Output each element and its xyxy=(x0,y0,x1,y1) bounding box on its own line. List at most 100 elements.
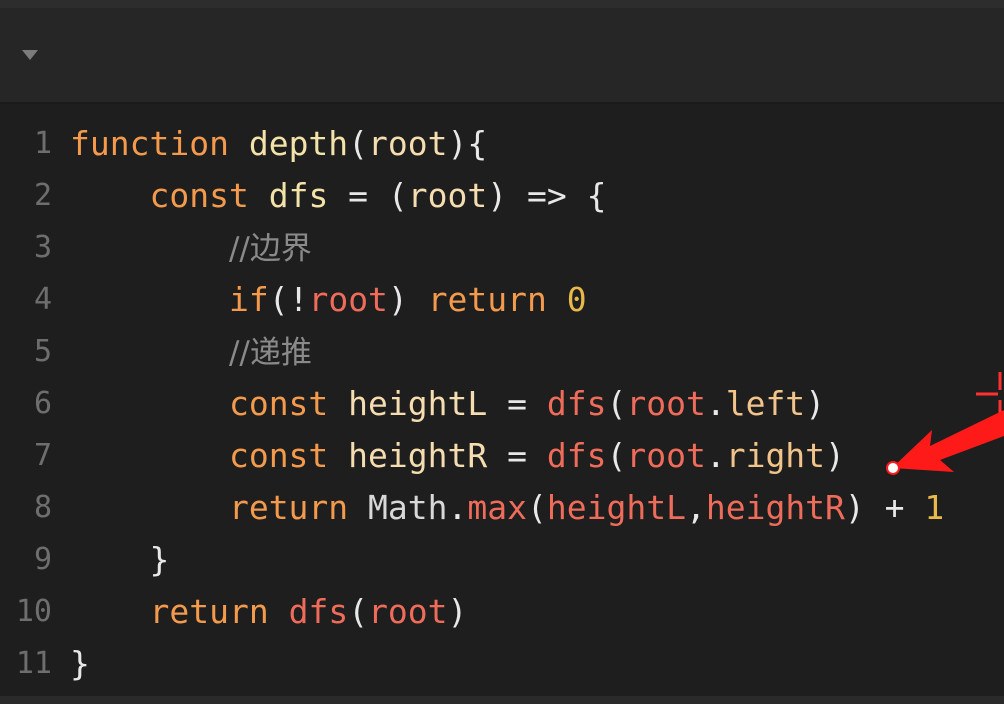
code-token: root xyxy=(308,280,388,319)
code-text[interactable]: } xyxy=(70,638,90,690)
code-text[interactable]: //递推 xyxy=(70,326,312,379)
code-token: return xyxy=(149,592,269,631)
code-token: root xyxy=(368,124,448,163)
code-text[interactable]: const heightR = dfs(root.right) xyxy=(70,430,845,482)
line-number: 9 xyxy=(33,542,52,577)
code-token: root xyxy=(626,384,706,423)
code-token: . xyxy=(447,488,468,527)
code-text[interactable]: if(!root) return 0 xyxy=(70,274,587,326)
code-token: const xyxy=(228,384,329,423)
code-token: return xyxy=(427,280,547,319)
code-token: ) xyxy=(447,592,468,631)
code-editor[interactable]: 1 function depth(root){2 const dfs = (roo… xyxy=(0,104,1004,696)
code-token: dfs xyxy=(546,384,607,423)
code-token: ) + xyxy=(844,488,925,527)
code-token: = xyxy=(487,436,547,475)
code-token: if xyxy=(228,280,269,319)
code-token: Math xyxy=(368,488,448,527)
line-number: 6 xyxy=(33,386,52,421)
code-line[interactable]: 4 if(!root) return 0 xyxy=(0,274,1004,326)
code-token: ( xyxy=(606,436,627,475)
code-token: return xyxy=(228,488,349,527)
code-token: ){ xyxy=(447,124,488,163)
code-token: ( xyxy=(606,384,627,423)
code-token: right xyxy=(725,436,826,475)
line-number: 8 xyxy=(33,490,52,525)
code-token: const xyxy=(228,436,329,475)
code-line[interactable]: 1 function depth(root){ xyxy=(0,118,1004,170)
code-line[interactable]: 2 const dfs = (root) => { xyxy=(0,170,1004,222)
red-pointer-arrow-icon xyxy=(886,410,1004,475)
code-token: depth xyxy=(248,124,349,163)
code-token: max xyxy=(467,488,528,527)
code-token: function xyxy=(70,124,229,163)
code-token: const xyxy=(149,176,249,215)
code-line[interactable]: 9 } xyxy=(0,534,1004,586)
code-token: ) xyxy=(805,384,826,423)
code-token: root xyxy=(407,176,488,215)
code-token: ( xyxy=(348,124,369,163)
line-number: 7 xyxy=(33,438,52,473)
code-line[interactable]: 3 //边界 xyxy=(0,222,1004,274)
code-token: . xyxy=(705,436,726,475)
code-token: heightR xyxy=(705,488,845,527)
code-token: dfs xyxy=(288,592,349,631)
code-token: } xyxy=(149,540,170,579)
code-text[interactable]: return Math.max(heightL,heightR) + 1 xyxy=(70,482,944,534)
line-number: 2 xyxy=(33,178,52,213)
code-text[interactable]: const dfs = (root) => { xyxy=(70,170,607,222)
code-token: root xyxy=(368,592,448,631)
code-line[interactable]: 6 const heightL = dfs(root.left) xyxy=(0,378,1004,430)
code-token: left xyxy=(725,384,806,423)
code-token: //递推 xyxy=(228,335,312,371)
line-number: 11 xyxy=(15,646,52,681)
code-token: //边界 xyxy=(228,231,312,267)
line-number: 10 xyxy=(15,594,52,629)
code-token: ) => { xyxy=(487,176,607,215)
code-token: 1 xyxy=(924,488,945,527)
code-token: ( xyxy=(527,488,547,527)
code-token: ) xyxy=(825,436,845,475)
line-number: 4 xyxy=(33,282,52,317)
code-text[interactable]: //边界 xyxy=(70,222,312,275)
code-token: ( xyxy=(348,592,369,631)
code-token: . xyxy=(705,384,726,423)
code-token: heightL xyxy=(546,488,686,527)
collapse-triangle-icon[interactable] xyxy=(22,50,38,60)
line-number: 3 xyxy=(33,230,52,265)
code-token: dfs xyxy=(268,176,329,215)
code-text[interactable]: const heightL = dfs(root.left) xyxy=(70,378,825,430)
code-token: heightL xyxy=(348,384,488,423)
code-line[interactable]: 7 const heightR = dfs(root.right) xyxy=(0,430,1004,482)
code-text[interactable]: function depth(root){ xyxy=(70,118,487,170)
code-token: = ( xyxy=(328,176,408,215)
code-line[interactable]: 10 return dfs(root) xyxy=(0,586,1004,638)
editor-footer xyxy=(0,696,1004,704)
code-token: root xyxy=(626,436,706,475)
code-line[interactable]: 8 return Math.max(heightL,heightR) + 1 xyxy=(0,482,1004,534)
code-text[interactable]: return dfs(root) xyxy=(70,586,467,638)
code-token: dfs xyxy=(546,436,607,475)
code-line[interactable]: 5 //递推 xyxy=(0,326,1004,378)
line-number: 1 xyxy=(33,126,52,161)
code-text[interactable]: } xyxy=(70,534,169,586)
code-line[interactable]: 11} xyxy=(0,638,1004,690)
code-token: ) xyxy=(387,280,428,319)
code-token: = xyxy=(487,384,547,423)
